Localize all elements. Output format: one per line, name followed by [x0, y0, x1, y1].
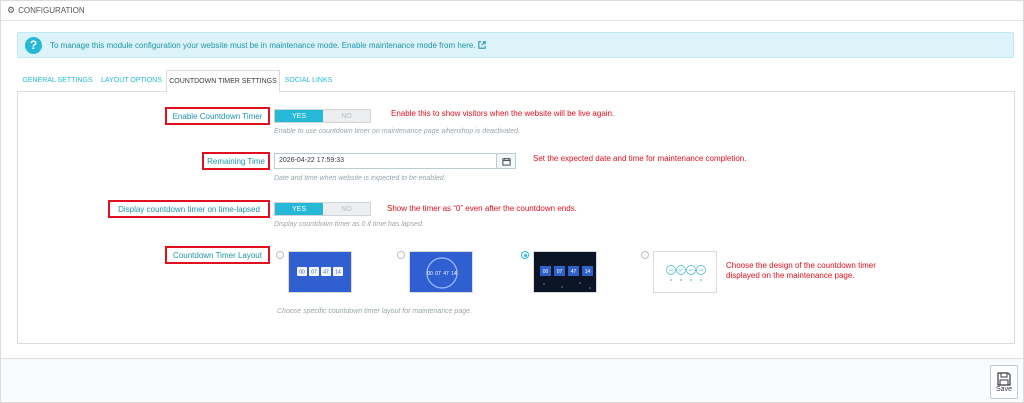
toggle-no[interactable]: NO: [323, 203, 370, 215]
layout-3-digit-days: 00: [543, 269, 549, 275]
layout-preview-light-circles[interactable]: 00 07 47 14: [653, 251, 717, 293]
remaining-time-help: Date and time when website is expected t…: [274, 175, 446, 182]
layout-2-digit-minutes: 47: [443, 271, 449, 277]
layout-3-digit-hours: 07: [557, 269, 563, 275]
layout-radio-1[interactable]: [276, 251, 284, 259]
layout-4-digit-hours: 07: [679, 268, 683, 272]
display-lapsed-note: Show the timer as “0” even after the cou…: [387, 204, 577, 213]
display-lapsed-label: Display countdown timer on time-lapsed: [108, 200, 270, 218]
external-link-icon[interactable]: [478, 40, 486, 49]
gear-icon: ⚙: [7, 5, 16, 15]
alert-text: To manage this module configuration your…: [50, 40, 458, 50]
layout-radio-3[interactable]: [521, 251, 529, 259]
save-button[interactable]: Save: [990, 365, 1018, 399]
layout-2-digit-days: 00: [427, 271, 433, 277]
layout-preview-blue-circle[interactable]: 00 07 47 14: [409, 251, 473, 293]
settings-tabs: GENERAL SETTINGS LAYOUT OPTIONS COUNTDOW…: [17, 70, 1015, 93]
tab-countdown-timer-settings[interactable]: COUNTDOWN TIMER SETTINGS: [166, 70, 280, 93]
layout-help: Choose specific countdown timer layout f…: [277, 308, 472, 315]
layout-1-digit-hours: 07: [311, 270, 317, 276]
panel-header: ⚙ CONFIGURATION: [1, 1, 1023, 21]
display-lapsed-help: Display countdown timer as 0 if time has…: [274, 221, 424, 228]
layout-label: Countdown Timer Layout: [165, 246, 270, 264]
layout-1-digit-minutes: 47: [323, 270, 329, 276]
maintenance-alert: ? To manage this module configuration yo…: [17, 32, 1014, 58]
layout-4-digit-days: 00: [669, 268, 673, 272]
calendar-icon[interactable]: [496, 154, 515, 168]
layout-radio-4[interactable]: [641, 251, 649, 259]
layout-radio-2[interactable]: [397, 251, 405, 259]
display-lapsed-toggle[interactable]: YES NO: [274, 202, 371, 216]
layout-2-digit-seconds: 14: [451, 271, 457, 277]
layout-4-digit-minutes: 47: [689, 268, 693, 272]
remaining-time-label: Remaining Time: [202, 152, 270, 170]
layout-3-digit-seconds: 14: [585, 269, 591, 275]
layout-preview-dark-boxes[interactable]: 00 07 47 14: [533, 251, 597, 293]
panel-footer: [1, 358, 1023, 402]
maintenance-link[interactable]: here.: [457, 41, 475, 50]
tab-general-settings[interactable]: GENERAL SETTINGS: [17, 70, 98, 92]
layout-2-digit-hours: 07: [435, 271, 441, 277]
remaining-time-value[interactable]: 2026-04-22 17:59:33: [275, 154, 496, 168]
tab-social-links[interactable]: SOCIAL LINKS: [280, 70, 337, 92]
enable-timer-label: Enable Countdown Timer: [165, 107, 270, 125]
remaining-time-note: Set the expected date and time for maint…: [533, 154, 747, 163]
toggle-no[interactable]: NO: [323, 110, 370, 122]
layout-1-digit-seconds: 14: [335, 270, 341, 276]
toggle-yes[interactable]: YES: [275, 110, 323, 122]
layout-preview-blue-boxes[interactable]: 00 07 47 14: [288, 251, 352, 293]
layout-1-digit-days: 00: [299, 270, 305, 276]
question-icon: ?: [25, 36, 42, 54]
save-label: Save: [996, 385, 1012, 393]
panel-title: CONFIGURATION: [18, 6, 85, 15]
layout-4-digit-seconds: 14: [699, 268, 703, 272]
configuration-panel: ⚙ CONFIGURATION ? To manage this module …: [0, 0, 1024, 403]
layout-note-line-2: displayed on the maintenance page.: [726, 271, 855, 280]
enable-timer-note: Enable this to show visitors when the we…: [391, 109, 615, 118]
floppy-disk-icon: [997, 371, 1011, 386]
tab-layout-options[interactable]: LAYOUT OPTIONS: [98, 70, 165, 92]
toggle-yes[interactable]: YES: [275, 203, 323, 215]
layout-3-digit-minutes: 47: [571, 269, 577, 275]
layout-note-line-1: Choose the design of the countdown timer: [726, 261, 876, 270]
remaining-time-input[interactable]: 2026-04-22 17:59:33: [274, 153, 516, 169]
enable-timer-help: Enable to use countdown timer on mainten…: [274, 128, 520, 135]
enable-timer-toggle[interactable]: YES NO: [274, 109, 371, 123]
